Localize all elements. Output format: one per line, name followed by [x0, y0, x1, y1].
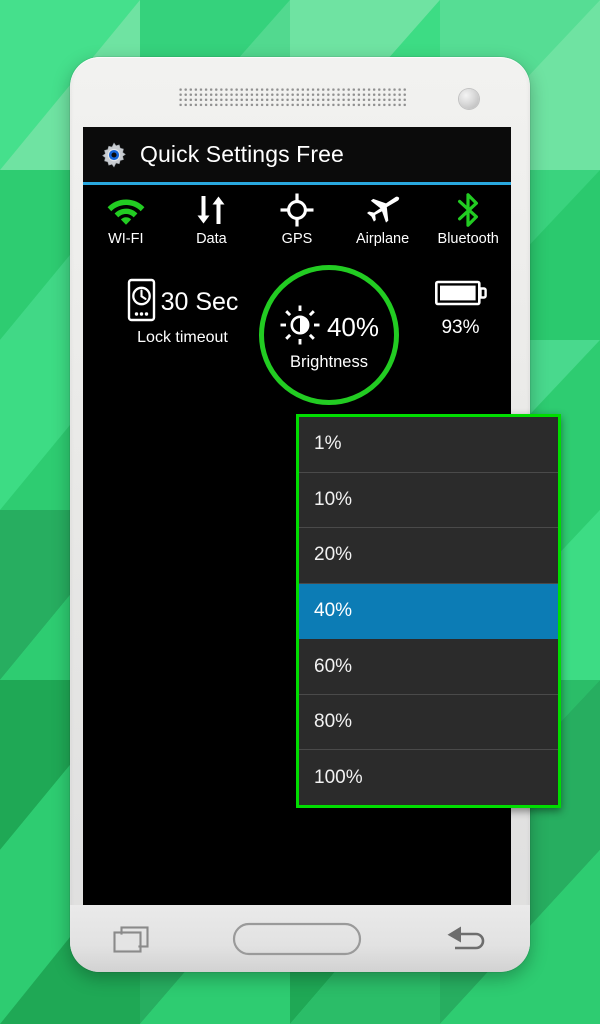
toggle-bluetooth[interactable]: Bluetooth — [425, 189, 511, 259]
gps-icon — [280, 192, 314, 228]
toggle-bluetooth-label: Bluetooth — [437, 231, 499, 247]
toggle-gps-label: GPS — [281, 231, 313, 247]
android-navigation-bar — [70, 905, 530, 972]
lock-timeout-cell[interactable]: 30 Sec Lock timeout — [95, 278, 270, 347]
phone-screen: Quick Settings Free WI-FI Data GPS Airpl… — [83, 127, 561, 905]
quick-toggle-row: WI-FI Data GPS Airplane Bluetooth — [83, 189, 511, 259]
dropdown-option[interactable]: 80% — [299, 694, 558, 751]
dropdown-option[interactable]: 10% — [299, 472, 558, 529]
brightness-dropdown-list: 1% 10% 20% 40% 60% 80% 100% — [299, 417, 558, 806]
toggle-wifi-label: WI-FI — [108, 231, 144, 247]
toggle-gps[interactable]: GPS — [254, 189, 340, 259]
app-title-bar: Quick Settings Free — [83, 127, 511, 182]
toggle-airplane-label: Airplane — [355, 231, 410, 247]
title-underline — [83, 182, 511, 185]
toggle-airplane[interactable]: Airplane — [340, 189, 426, 259]
home-pill-icon — [232, 922, 362, 955]
data-sync-icon — [194, 192, 228, 228]
lock-timeout-value: 30 Sec — [160, 288, 239, 316]
back-button[interactable] — [441, 922, 491, 956]
toggle-data-label: Data — [196, 231, 227, 247]
phone-clock-icon — [127, 278, 156, 327]
toggle-wifi[interactable]: WI-FI — [83, 189, 169, 259]
dropdown-option[interactable]: 100% — [299, 750, 558, 806]
recents-icon — [113, 925, 149, 953]
battery-percent-label: 93% — [441, 317, 480, 338]
dropdown-option[interactable]: 60% — [299, 639, 558, 695]
airplane-icon — [365, 192, 401, 228]
screenshot-root: Quick Settings Free WI-FI Data GPS Airpl… — [0, 0, 600, 1024]
brightness-value: 40% — [326, 312, 380, 342]
sun-half-icon — [279, 304, 321, 351]
brightness-label: Brightness — [290, 353, 368, 371]
app-title: Quick Settings Free — [140, 141, 344, 167]
bluetooth-icon — [454, 192, 482, 228]
gear-icon — [102, 141, 126, 168]
dropdown-option[interactable]: 20% — [299, 528, 558, 584]
dropdown-option-selected[interactable]: 40% — [299, 583, 558, 640]
wifi-icon — [107, 192, 145, 228]
recents-button[interactable] — [109, 923, 153, 955]
toggle-data[interactable]: Data — [169, 189, 255, 259]
brightness-dropdown[interactable]: 1% 10% 20% 40% 60% 80% 100% — [296, 414, 561, 808]
brightness-control[interactable]: 40% Brightness — [259, 265, 399, 405]
dropdown-option[interactable]: 1% — [299, 417, 558, 473]
back-arrow-icon — [447, 926, 484, 949]
front-camera-icon — [459, 89, 479, 109]
battery-cell[interactable]: 93% — [413, 278, 508, 339]
settings-row-two: 30 Sec Lock timeout 40% Brightness 93% — [83, 264, 511, 405]
earpiece-speaker-icon — [179, 88, 407, 108]
battery-icon — [434, 280, 487, 312]
lock-timeout-label: Lock timeout — [137, 329, 228, 346]
home-button[interactable] — [232, 921, 362, 957]
